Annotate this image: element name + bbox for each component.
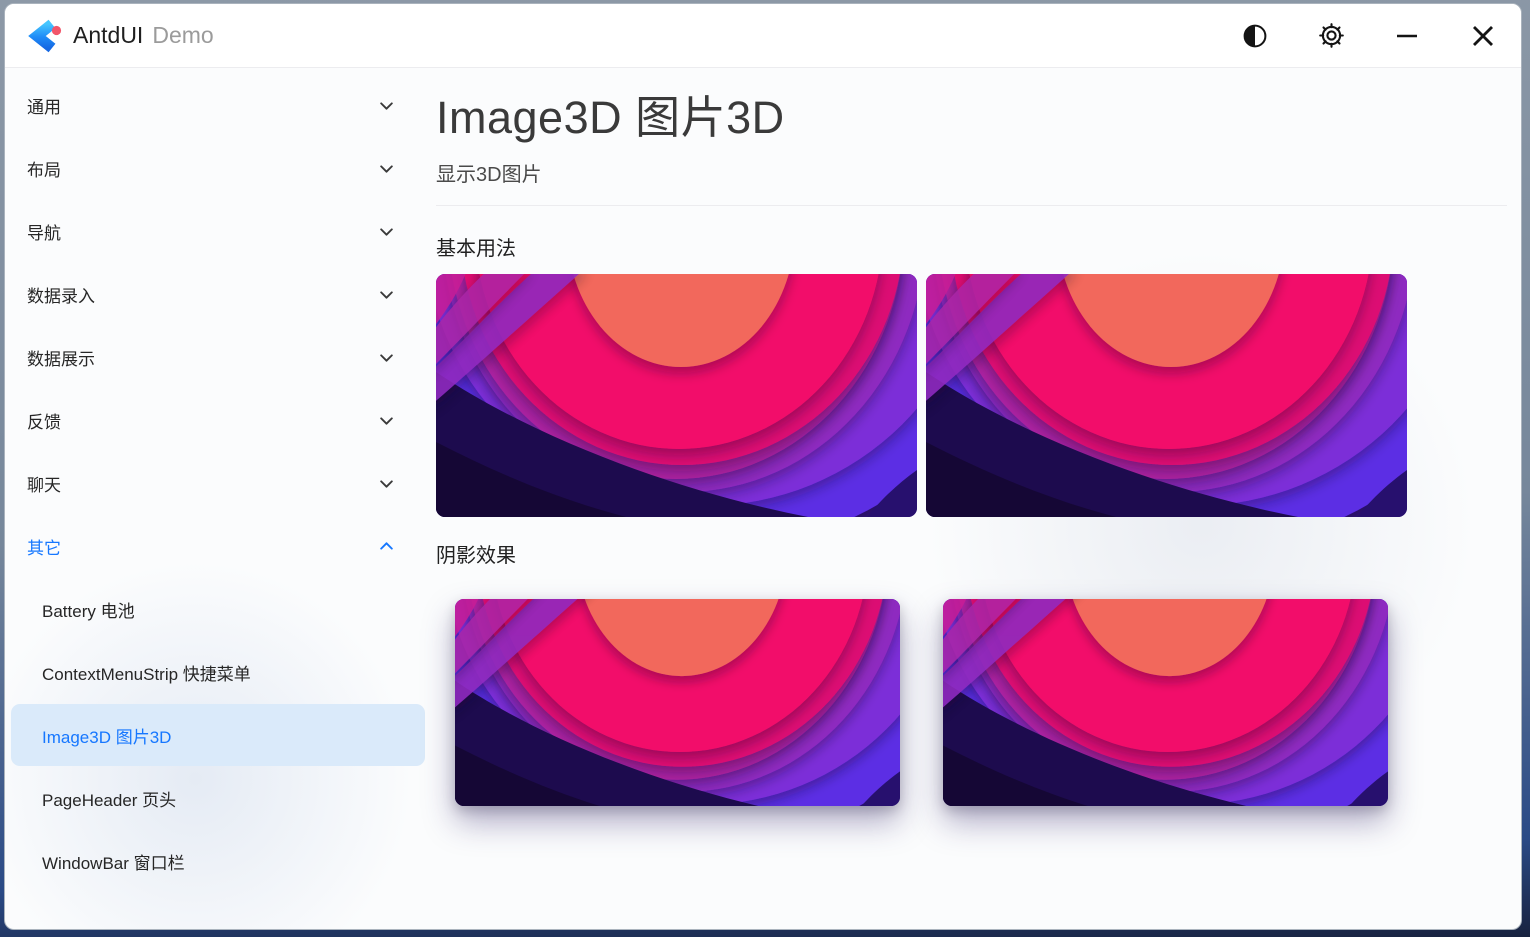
image3d-shadow-preview-1: [455, 599, 900, 806]
chevron-down-icon: [378, 160, 395, 177]
sidebar-group-label: 聊天: [27, 471, 61, 496]
sidebar-group-label: 数据录入: [27, 282, 95, 307]
sidebar-group-data-display[interactable]: 数据展示: [5, 326, 425, 389]
settings-button[interactable]: [1317, 22, 1345, 50]
section-title-shadow-effect: 阴影效果: [436, 539, 1507, 568]
sidebar-item-label: WindowBar 窗口栏: [42, 849, 185, 874]
theme-toggle-button[interactable]: [1241, 22, 1269, 50]
sidebar-group-feedback[interactable]: 反馈: [5, 389, 425, 452]
sidebar-item-windowbar[interactable]: WindowBar 窗口栏: [11, 830, 425, 892]
page-subtitle: 显示3D图片: [436, 158, 1507, 187]
close-icon: [1470, 23, 1496, 49]
sidebar-group-chat[interactable]: 聊天: [5, 452, 425, 515]
chevron-down-icon: [378, 412, 395, 429]
header-divider: [436, 205, 1507, 206]
chevron-down-icon: [378, 97, 395, 114]
title-bar: AntdUI Demo: [5, 4, 1521, 68]
app-window: AntdUI Demo: [4, 3, 1522, 930]
sidebar-group-general[interactable]: 通用: [5, 74, 425, 137]
sidebar-item-label: ContextMenuStrip 快捷菜单: [42, 660, 251, 685]
half-circle-icon: [1242, 23, 1268, 49]
image3d-preview-1: [436, 274, 917, 517]
app-title: AntdUI: [73, 22, 143, 49]
section-title-basic-usage: 基本用法: [436, 232, 1507, 261]
chevron-down-icon: [378, 286, 395, 303]
shadow-effect-image-row: [436, 599, 1507, 806]
sidebar: 通用 布局 导航 数据录入: [5, 68, 425, 929]
app-logo-icon: [25, 17, 63, 55]
page-title: Image3D 图片3D: [436, 90, 1507, 146]
sidebar-group-other[interactable]: 其它: [5, 515, 425, 578]
sidebar-group-label: 通用: [27, 93, 61, 118]
sidebar-group-label: 数据展示: [27, 345, 95, 370]
basic-usage-image-row: [436, 274, 1507, 517]
sidebar-group-label: 反馈: [27, 408, 61, 433]
image3d-shadow-preview-2: [943, 599, 1388, 806]
sidebar-item-label: PageHeader 页头: [42, 786, 176, 811]
sidebar-item-label: Battery 电池: [42, 597, 135, 622]
chevron-down-icon: [378, 223, 395, 240]
sidebar-item-label: Image3D 图片3D: [42, 723, 171, 748]
content-pane: Image3D 图片3D 显示3D图片 基本用法 阴影效果: [425, 68, 1521, 929]
sidebar-item-contextmenustrip[interactable]: ContextMenuStrip 快捷菜单: [11, 641, 425, 703]
sidebar-group-label: 布局: [27, 156, 61, 181]
minimize-icon: [1394, 23, 1420, 49]
sidebar-item-battery[interactable]: Battery 电池: [11, 578, 425, 640]
sidebar-group-layout[interactable]: 布局: [5, 137, 425, 200]
minimize-button[interactable]: [1393, 22, 1421, 50]
sidebar-group-label: 导航: [27, 219, 61, 244]
close-button[interactable]: [1469, 22, 1497, 50]
app-title-suffix: Demo: [152, 22, 213, 49]
chevron-up-icon: [378, 538, 395, 555]
image3d-preview-2: [926, 274, 1407, 517]
chevron-down-icon: [378, 349, 395, 366]
sidebar-group-navigation[interactable]: 导航: [5, 200, 425, 263]
sidebar-item-pageheader[interactable]: PageHeader 页头: [11, 767, 425, 829]
sidebar-item-image3d[interactable]: Image3D 图片3D: [11, 704, 425, 766]
window-controls: [1241, 22, 1497, 50]
gear-icon: [1318, 22, 1345, 49]
sidebar-group-data-entry[interactable]: 数据录入: [5, 263, 425, 326]
sidebar-group-label: 其它: [27, 534, 61, 559]
chevron-down-icon: [378, 475, 395, 492]
